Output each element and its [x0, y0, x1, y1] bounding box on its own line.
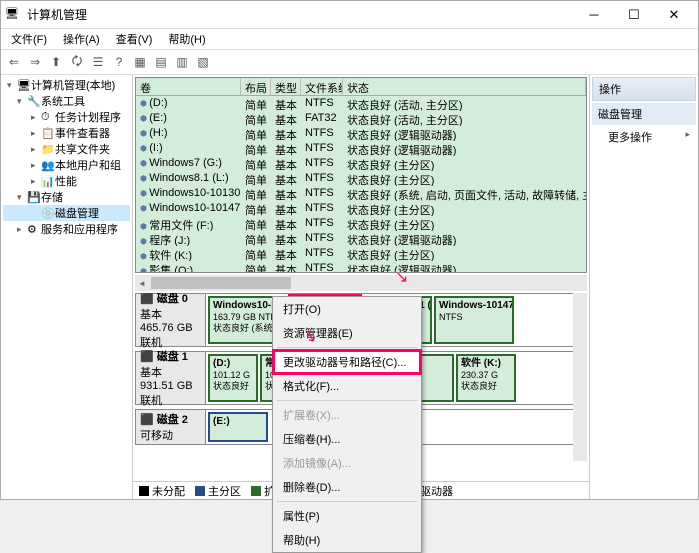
view2-icon[interactable]: ▤ [152, 53, 170, 71]
disk-label[interactable]: ⬛ 磁盘 2可移动 [136, 410, 206, 444]
tree-item[interactable]: 💿磁盘管理 [3, 205, 130, 221]
context-menu: 打开(O)资源管理器(E) 更改驱动器号和路径(C)...格式化(F)... 扩展卷… [272, 296, 422, 553]
tree-item[interactable]: ▸⚙服务和应用程序 [3, 221, 130, 237]
close-button[interactable]: ✕ [654, 3, 694, 27]
context-menu-item[interactable]: 打开(O) [273, 297, 421, 321]
window-title: 计算机管理 [27, 6, 574, 23]
context-menu-item[interactable]: 帮助(H) [273, 528, 421, 552]
forward-icon[interactable]: ⇒ [26, 53, 44, 71]
props-icon[interactable]: ☰ [89, 53, 107, 71]
menu-help[interactable]: 帮助(H) [162, 29, 211, 49]
app-icon: 🖥 [5, 7, 21, 23]
tree-item[interactable]: ▸📊性能 [3, 173, 130, 189]
legend-item: 主分区 [195, 483, 241, 499]
menubar: 文件(F) 操作(A) 查看(V) 帮助(H) [1, 29, 698, 49]
volume-list: 卷 布局 类型 文件系统 状态 (D:)简单基本NTFS状态良好 (活动, 主分… [135, 77, 587, 273]
menu-action[interactable]: 操作(A) [57, 29, 106, 49]
volume-row[interactable]: Windows8.1 (L:)简单基本NTFS状态良好 (主分区) [136, 171, 586, 186]
tree-item[interactable]: ▾🔧系统工具 [3, 93, 130, 109]
view4-icon[interactable]: ▧ [194, 53, 212, 71]
actions-sub: 磁盘管理 [592, 103, 696, 125]
volume-row[interactable]: 常用文件 (F:)简单基本NTFS状态良好 (主分区) [136, 216, 586, 231]
context-menu-item[interactable]: 删除卷(D)... [273, 475, 421, 499]
context-menu-item[interactable]: 格式化(F)... [273, 374, 421, 398]
back-icon[interactable]: ⇐ [5, 53, 23, 71]
context-menu-item[interactable]: 资源管理器(E) [273, 321, 421, 345]
maximize-button[interactable]: ☐ [614, 3, 654, 27]
minimize-button[interactable]: ─ [574, 3, 614, 27]
up-icon[interactable]: ⬆ [47, 53, 65, 71]
context-menu-item[interactable]: 压缩卷(H)... [273, 427, 421, 451]
tree-item[interactable]: ▾🖥计算机管理(本地) [3, 77, 130, 93]
actions-more[interactable]: 更多操作 [592, 125, 696, 149]
partition[interactable]: (E:) [208, 412, 268, 442]
titlebar: 🖥 计算机管理 ─ ☐ ✕ [1, 1, 698, 29]
volume-row[interactable]: Windows10-10147 (M:)简单基本NTFS状态良好 (主分区) [136, 201, 586, 216]
partition[interactable] [420, 354, 454, 402]
volume-row[interactable]: 影集 (O:)简单基本NTFS状态良好 (逻辑驱动器) [136, 261, 586, 272]
disk-label[interactable]: ⬛ 磁盘 0基本465.76 GB联机 [136, 294, 206, 346]
disk-label[interactable]: ⬛ 磁盘 1基本931.51 GB联机 [136, 352, 206, 404]
volume-row[interactable]: Windows7 (G:)简单基本NTFS状态良好 (主分区) [136, 156, 586, 171]
context-menu-item: 添加镜像(A)... [273, 451, 421, 475]
col-type[interactable]: 类型 [271, 78, 301, 95]
tree-item[interactable]: ▸👥本地用户和组 [3, 157, 130, 173]
nav-tree: ▾🖥计算机管理(本地)▾🔧系统工具▸⏱任务计划程序▸📋事件查看器▸📁共享文件夹▸… [1, 75, 133, 499]
col-fs[interactable]: 文件系统 [301, 78, 343, 95]
view3-icon[interactable]: ▥ [173, 53, 191, 71]
tree-item[interactable]: ▾💾存储 [3, 189, 130, 205]
volume-row[interactable]: 软件 (K:)简单基本NTFS状态良好 (主分区) [136, 246, 586, 261]
menu-view[interactable]: 查看(V) [110, 29, 159, 49]
volume-row[interactable]: (E:)简单基本FAT32状态良好 (活动, 主分区) [136, 111, 586, 126]
col-volume[interactable]: 卷 [136, 78, 241, 95]
view1-icon[interactable]: ▦ [131, 53, 149, 71]
partition[interactable]: (D:)101.12 G状态良好 [208, 354, 258, 402]
partition[interactable]: 软件 (K:)230.37 G状态良好 [456, 354, 516, 402]
toolbar: ⇐ ⇒ ⬆ 🗘 ☰ ? ▦ ▤ ▥ ▧ [1, 49, 698, 75]
help-icon[interactable]: ? [110, 53, 128, 71]
volume-row[interactable]: (D:)简单基本NTFS状态良好 (活动, 主分区) [136, 96, 586, 111]
volume-row[interactable]: 程序 (J:)简单基本NTFS状态良好 (逻辑驱动器) [136, 231, 586, 246]
volume-row[interactable]: Windows10-10130 (C:)简单基本NTFS状态良好 (系统, 启动… [136, 186, 586, 201]
actions-head: 操作 [592, 77, 696, 101]
actions-pane: 操作 磁盘管理 更多操作 [590, 75, 698, 499]
partition[interactable]: Windows-10147NTFS [434, 296, 514, 344]
refresh-icon[interactable]: 🗘 [68, 53, 86, 71]
tree-item[interactable]: ▸⏱任务计划程序 [3, 109, 130, 125]
context-menu-item[interactable]: 更改驱动器号和路径(C)... [273, 350, 421, 374]
context-menu-item: 扩展卷(X)... [273, 403, 421, 427]
volume-row[interactable]: (H:)简单基本NTFS状态良好 (逻辑驱动器) [136, 126, 586, 141]
legend-item: 未分配 [139, 483, 185, 499]
tree-item[interactable]: ▸📋事件查看器 [3, 125, 130, 141]
context-menu-item[interactable]: 属性(P) [273, 504, 421, 528]
col-status[interactable]: 状态 [343, 78, 586, 95]
volume-row[interactable]: (I:)简单基本NTFS状态良好 (逻辑驱动器) [136, 141, 586, 156]
menu-file[interactable]: 文件(F) [5, 29, 53, 49]
h-scrollbar[interactable]: ↘ [135, 275, 587, 291]
v-scrollbar[interactable] [573, 293, 587, 461]
volume-header: 卷 布局 类型 文件系统 状态 [136, 78, 586, 96]
tree-item[interactable]: ▸📁共享文件夹 [3, 141, 130, 157]
col-layout[interactable]: 布局 [241, 78, 271, 95]
